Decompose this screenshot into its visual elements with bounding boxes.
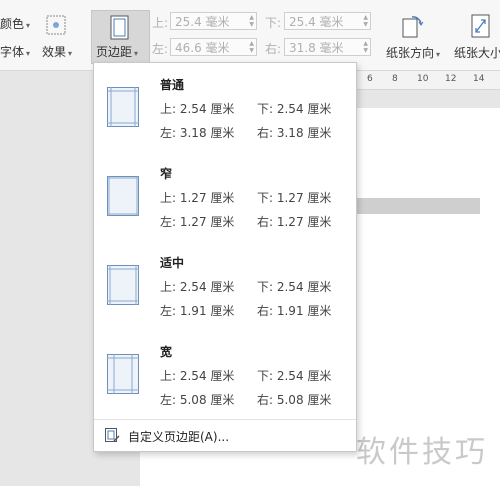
normal-margin-icon xyxy=(107,87,139,127)
paper-size-button[interactable]: 纸张大小 xyxy=(452,10,500,62)
margin-option-normal[interactable]: 普通 上: 2.54 厘米 下: 2.54 厘米 左: 3.18 厘米 右: 3… xyxy=(94,63,356,151)
horizontal-ruler[interactable]: 6 8 10 12 14 xyxy=(355,71,500,90)
spinner-icon[interactable]: ▲ ▼ xyxy=(249,14,254,28)
chevron-down-icon: ▾ xyxy=(134,49,139,58)
ruler-tick: 10 xyxy=(417,74,429,84)
bottom-margin-field[interactable]: 25.4 毫米 ▲ ▼ xyxy=(284,12,371,30)
chevron-down-icon: ▾ xyxy=(436,50,441,59)
ribbon-toolbar: 颜色 ▾ 字体 ▾ 效果 ▾ 页边距 ▾ 上: 25.4 毫米 ▲ ▼ 左: 46.6 毫… xyxy=(0,0,500,71)
menu-separator xyxy=(94,419,356,420)
margin-option-narrow[interactable]: 窄 上: 1.27 厘米 下: 1.27 厘米 左: 1.27 厘米 右: 1.… xyxy=(94,152,356,240)
color-button[interactable]: 颜色 ▾ xyxy=(0,15,30,32)
selected-text-highlight xyxy=(353,198,480,214)
spinner-icon[interactable]: ▲ ▼ xyxy=(363,14,368,28)
ruler-tick: 8 xyxy=(392,74,398,84)
margin-option-moderate[interactable]: 适中 上: 2.54 厘米 下: 2.54 厘米 左: 1.91 厘米 右: 1… xyxy=(94,241,356,329)
chevron-down-icon: ▾ xyxy=(26,21,31,30)
chevron-down-icon: ▾ xyxy=(68,49,73,58)
right-margin-label: 右: xyxy=(265,42,282,56)
wide-margin-icon xyxy=(107,354,139,394)
top-margin-field[interactable]: 25.4 毫米 ▲ ▼ xyxy=(170,12,257,30)
top-margin-label: 上: xyxy=(152,16,169,30)
margins-button[interactable]: 页边距 ▾ xyxy=(91,10,150,64)
spinner-icon[interactable]: ▲ ▼ xyxy=(363,40,368,54)
spinner-icon[interactable]: ▲ ▼ xyxy=(249,40,254,54)
margins-icon xyxy=(109,15,131,44)
paper-size-icon xyxy=(470,14,492,41)
page-orientation-icon xyxy=(400,14,424,41)
moderate-margin-icon xyxy=(107,265,139,305)
effects-button[interactable]: 效果 ▾ xyxy=(42,43,72,60)
bottom-margin-label: 下: xyxy=(265,16,282,30)
custom-margins-menu-item[interactable]: 自定义页边距(A)... xyxy=(94,421,356,449)
narrow-margin-icon xyxy=(107,176,139,216)
margins-dropdown-menu: 普通 上: 2.54 厘米 下: 2.54 厘米 左: 3.18 厘米 右: 3… xyxy=(93,62,357,452)
chevron-down-icon: ▾ xyxy=(26,49,31,58)
ruler-tick: 14 xyxy=(473,74,485,84)
orientation-button[interactable]: 纸张方向 ▾ xyxy=(384,10,440,62)
ruler-tick: 12 xyxy=(445,74,457,84)
watermark-text: 软件技巧 xyxy=(356,435,488,470)
ruler-tick: 6 xyxy=(367,74,373,84)
custom-margins-icon xyxy=(104,427,120,446)
effects-icon xyxy=(45,14,67,36)
left-margin-label: 左: xyxy=(152,42,169,56)
left-margin-field[interactable]: 46.6 毫米 ▲ ▼ xyxy=(170,38,257,56)
right-margin-field[interactable]: 31.8 毫米 ▲ ▼ xyxy=(284,38,371,56)
margin-option-wide[interactable]: 宽 上: 2.54 厘米 下: 2.54 厘米 左: 5.08 厘米 右: 5.… xyxy=(94,330,356,418)
font-button[interactable]: 字体 ▾ xyxy=(0,43,30,60)
